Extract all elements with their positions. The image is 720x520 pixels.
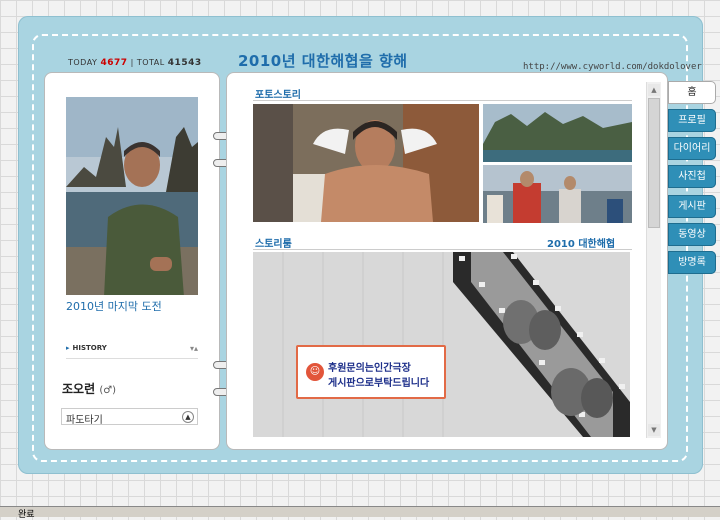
tab-guestbook[interactable]: 방명록 — [668, 251, 716, 274]
tab-video[interactable]: 동영상 — [668, 223, 716, 246]
select-value: 파도타기 — [66, 415, 103, 426]
tab-board[interactable]: 게시판 — [668, 195, 716, 218]
tab-profile[interactable]: 프로필 — [668, 109, 716, 132]
photostory-main-photo[interactable] — [253, 104, 479, 222]
profile-caption: 2010년 마지막 도전 — [66, 300, 162, 313]
storyroom-subtitle: 2010 대한해협 — [547, 239, 616, 250]
photostory-photo-crew[interactable] — [483, 165, 632, 223]
visit-counter: TODAY 4677 | TOTAL 41543 — [68, 58, 202, 68]
content-scrollbar[interactable]: ▲ ▼ — [646, 82, 661, 438]
browser-status-bar: 완료 — [0, 506, 720, 520]
chevron-up-icon[interactable]: ▲ — [182, 411, 194, 423]
scroll-down-icon[interactable]: ▼ — [648, 424, 660, 436]
owner-name-line: 조오련 (♂) — [62, 380, 116, 397]
divider — [253, 249, 632, 250]
banner-line-2: 게시판으로부탁드립니다 — [328, 378, 430, 389]
owner-name: 조오련 — [62, 382, 96, 396]
smiley-icon: ☺ — [306, 363, 324, 381]
tab-home[interactable]: 홈 — [668, 81, 716, 104]
tab-diary[interactable]: 다이어리 — [668, 137, 716, 160]
history-toggle[interactable]: ▸ HISTORY ▾▴ — [66, 344, 198, 359]
scroll-up-icon[interactable]: ▲ — [648, 84, 660, 96]
photostory-title[interactable]: 포토스토리 — [255, 86, 301, 101]
tab-photo-album[interactable]: 사진첩 — [668, 165, 716, 188]
total-label: TOTAL — [136, 58, 165, 67]
triangle-right-icon: ▸ — [66, 344, 70, 352]
expand-icon[interactable]: ▾▴ — [190, 344, 198, 353]
counter-separator: | — [130, 58, 134, 67]
history-label: HISTORY — [72, 344, 107, 352]
today-count: 4677 — [100, 58, 128, 68]
photostory-photo-cliffs[interactable] — [483, 104, 632, 162]
banner-line-1: 후원문의는인간극장 — [328, 363, 411, 374]
total-count: 41543 — [167, 58, 202, 68]
today-label: TODAY — [68, 58, 98, 67]
profile-photo — [66, 97, 198, 295]
support-banner[interactable]: ☺ 후원문의는인간극장 게시판으로부탁드립니다 — [296, 345, 446, 399]
divider — [253, 100, 632, 101]
status-text: 완료 — [18, 510, 35, 520]
homepage-url[interactable]: http://www.cyworld.com/dokdolover — [523, 62, 702, 72]
storyroom-title[interactable]: 스토리룸 — [255, 235, 292, 250]
page-title: 2010년 대한해협을 향해 — [238, 52, 408, 70]
owner-sex: (♂) — [99, 385, 117, 396]
scroll-thumb[interactable] — [648, 98, 660, 228]
wave-surf-select[interactable]: 파도타기 ▲ — [61, 408, 198, 426]
